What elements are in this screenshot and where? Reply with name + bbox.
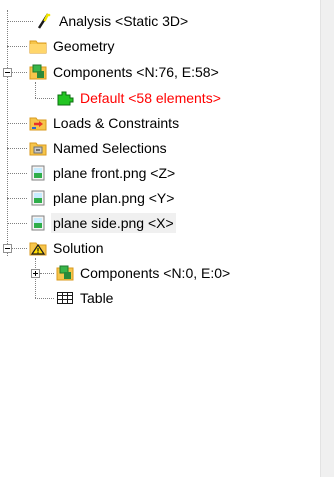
image-plane-icon: [29, 189, 47, 207]
tree-item-label: Table: [80, 290, 114, 306]
folder-icon: [29, 37, 47, 55]
tree-item-plane-front[interactable]: plane front.png <Z>: [29, 161, 177, 185]
components-cube-icon: [29, 63, 47, 81]
image-plane-icon: [29, 214, 47, 232]
tree-item-components[interactable]: Components <N:76, E:58>: [29, 60, 221, 84]
tree-item-table[interactable]: Table: [56, 286, 115, 310]
tree-connector: [35, 98, 54, 99]
named-selections-icon: [29, 139, 47, 157]
tree-item-loads-constraints[interactable]: Loads & Constraints: [29, 111, 181, 135]
puzzle-piece-icon: [56, 89, 74, 107]
tree-connector: [7, 123, 27, 124]
tree-item-label: Components <N:76, E:58>: [53, 64, 219, 80]
tree-connector: [7, 173, 27, 174]
tree-item-solution[interactable]: Solution: [29, 236, 106, 260]
tree-item-label: Named Selections: [53, 140, 167, 156]
expand-solution-components-toggle[interactable]: [31, 269, 40, 278]
tree-item-solution-components[interactable]: Components <N:0, E:0>: [56, 261, 232, 285]
tree-connector: [35, 82, 36, 98]
model-tree-panel: Analysis <Static 3D> Geometry Components…: [0, 0, 320, 477]
tree-connector: [12, 248, 27, 249]
analysis-wand-icon: [35, 12, 53, 30]
tree-connector: [7, 46, 27, 47]
tree-connector: [40, 273, 54, 274]
tree-connector: [35, 258, 36, 298]
tree-item-label: Solution: [53, 240, 104, 256]
tree-item-label: Default <58 elements>: [80, 90, 221, 106]
tree-item-label: Geometry: [53, 38, 115, 54]
tree-item-label: Analysis <Static 3D>: [59, 13, 189, 29]
tree-connector: [7, 148, 27, 149]
tree-item-geometry[interactable]: Geometry: [29, 34, 116, 58]
solution-warning-icon: [29, 239, 47, 257]
collapse-solution-toggle[interactable]: [3, 244, 12, 253]
tree-connector: [7, 198, 27, 199]
collapse-components-toggle[interactable]: [3, 68, 12, 77]
tree-connector: [7, 21, 33, 22]
tree-item-label: Loads & Constraints: [53, 115, 180, 131]
tree-connector: [35, 298, 54, 299]
tree-item-default[interactable]: Default <58 elements>: [56, 86, 223, 110]
tree-item-label: plane plan.png <Y>: [53, 190, 175, 206]
loads-constraints-icon: [29, 114, 47, 132]
table-grid-icon: [56, 289, 74, 307]
tree-item-named-selections[interactable]: Named Selections: [29, 136, 169, 160]
tree-item-label: plane side.png <X>: [51, 213, 176, 233]
tree-item-analysis[interactable]: Analysis <Static 3D>: [35, 9, 190, 33]
tree-item-plane-plan[interactable]: plane plan.png <Y>: [29, 186, 176, 210]
tree-connector: [7, 223, 27, 224]
tree-connector: [12, 72, 27, 73]
tree-item-plane-side[interactable]: plane side.png <X>: [29, 211, 176, 235]
model-tree: Analysis <Static 3D> Geometry Components…: [0, 0, 320, 477]
tree-item-label: Components <N:0, E:0>: [80, 265, 231, 281]
components-cube-icon: [56, 264, 74, 282]
panel-splitter[interactable]: [320, 0, 334, 477]
image-plane-icon: [29, 164, 47, 182]
tree-item-label: plane front.png <Z>: [53, 165, 176, 181]
